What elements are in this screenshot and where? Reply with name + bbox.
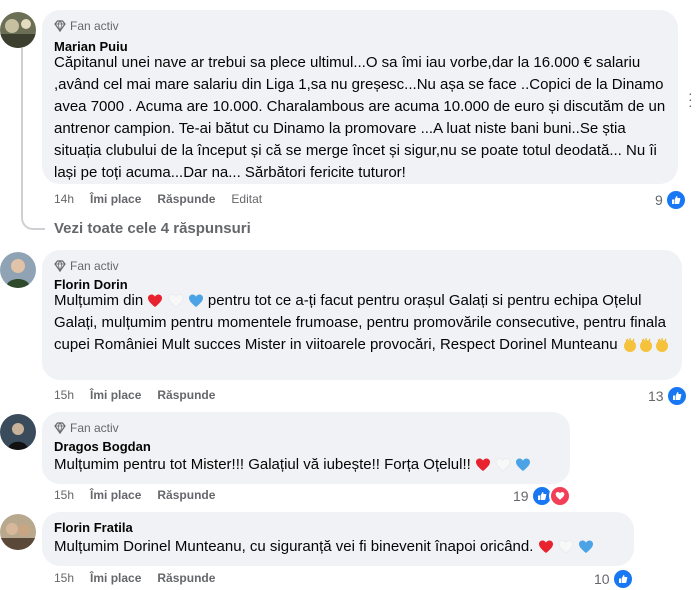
comment-bubble: Fan activ Florin Dorin Mulțumim din pent…: [42, 250, 682, 380]
fan-badge-label: Fan activ: [70, 259, 119, 273]
comment-text-body: Mulțumim Dorinel Munteanu, cu siguranță …: [54, 538, 534, 555]
reply-action[interactable]: Răspunde: [157, 488, 215, 502]
red-heart-icon: [148, 294, 163, 308]
avatar[interactable]: [0, 414, 36, 450]
like-action[interactable]: Îmi place: [90, 388, 141, 402]
comment-author[interactable]: Dragos Bogdan: [54, 439, 151, 454]
red-heart-icon: [538, 540, 553, 554]
reaction-summary[interactable]: 19: [513, 485, 571, 507]
comment-text: Căpitanul unei nave ar trebui sa plece u…: [54, 54, 666, 181]
comment-time[interactable]: 14h: [54, 192, 74, 206]
fan-badge: Fan activ: [54, 421, 119, 435]
diamond-icon: [54, 20, 66, 32]
reply-action[interactable]: Răspunde: [157, 192, 215, 206]
edited-label: Editat: [231, 192, 263, 206]
reaction-count: 10: [594, 571, 610, 587]
fan-badge-label: Fan activ: [70, 421, 119, 435]
like-reaction-icon: [665, 385, 688, 407]
view-replies-link[interactable]: Vezi toate cele 4 răspunsuri: [54, 220, 251, 237]
reaction-summary[interactable]: 13: [648, 385, 688, 407]
like-reaction-icon: [664, 189, 687, 211]
avatar[interactable]: [0, 514, 36, 550]
comment-bubble: Fan activ Dragos Bogdan Mulțumim pentru …: [42, 412, 570, 484]
comment-text: Mulțumim pentru tot Mister!!! Galațiul v…: [54, 454, 564, 476]
comment-text-rest: pentru tot ce a-ți facut pentru orașul G…: [54, 292, 666, 353]
fan-badge: Fan activ: [54, 19, 119, 33]
comment-actions: 15h Îmi place Răspunde: [54, 571, 215, 585]
comment-time[interactable]: 15h: [54, 388, 74, 402]
red-heart-icon: [476, 458, 490, 472]
reaction-count: 9: [655, 192, 663, 208]
reaction-summary[interactable]: 10: [594, 568, 634, 590]
comment-author[interactable]: Florin Fratila: [54, 520, 133, 535]
love-reaction-icon: [548, 485, 571, 507]
blue-heart-icon: [188, 294, 203, 308]
comment-text-start: Mulțumim din: [54, 292, 144, 309]
reaction-count: 13: [648, 388, 664, 404]
white-heart-icon: [168, 294, 183, 308]
blue-heart-icon: [578, 540, 593, 554]
clapping-hands-icon: [655, 338, 668, 353]
comment-actions: 14h Îmi place Răspunde Editat: [54, 192, 262, 206]
fan-badge: Fan activ: [54, 259, 119, 273]
clapping-hands-icon: [623, 338, 636, 353]
avatar[interactable]: [0, 252, 36, 288]
comment-text: Mulțumim Dorinel Munteanu, cu siguranță …: [54, 536, 629, 558]
comment-text: Mulțumim din pentru tot ce a-ți facut pe…: [54, 290, 674, 356]
comment-text-body: Mulțumim pentru tot Mister!!! Galațiul v…: [54, 456, 471, 473]
clapping-hands-icon: [639, 338, 652, 353]
diamond-icon: [54, 260, 66, 272]
white-heart-icon: [495, 458, 511, 472]
like-action[interactable]: Îmi place: [90, 192, 141, 206]
comment-time[interactable]: 15h: [54, 571, 74, 585]
reaction-summary[interactable]: 9: [655, 189, 687, 211]
fan-badge-label: Fan activ: [70, 19, 119, 33]
like-action[interactable]: Îmi place: [90, 488, 141, 502]
comment-time[interactable]: 15h: [54, 488, 74, 502]
comment-bubble: Fan activ Marian Puiu Căpitanul unei nav…: [42, 10, 678, 184]
comment-actions: 15h Îmi place Răspunde: [54, 388, 215, 402]
more-options-icon[interactable]: · · ·: [688, 86, 696, 112]
comment-bubble: Florin Fratila Mulțumim Dorinel Munteanu…: [42, 512, 634, 566]
avatar[interactable]: [0, 12, 36, 48]
comment-actions: 15h Îmi place Răspunde: [54, 488, 215, 502]
reply-action[interactable]: Răspunde: [157, 388, 215, 402]
diamond-icon: [54, 422, 66, 434]
reaction-count: 19: [513, 488, 529, 504]
white-heart-icon: [558, 540, 574, 554]
reply-action[interactable]: Răspunde: [157, 571, 215, 585]
blue-heart-icon: [516, 458, 531, 472]
like-action[interactable]: Îmi place: [90, 571, 141, 585]
like-reaction-icon: [611, 568, 634, 590]
